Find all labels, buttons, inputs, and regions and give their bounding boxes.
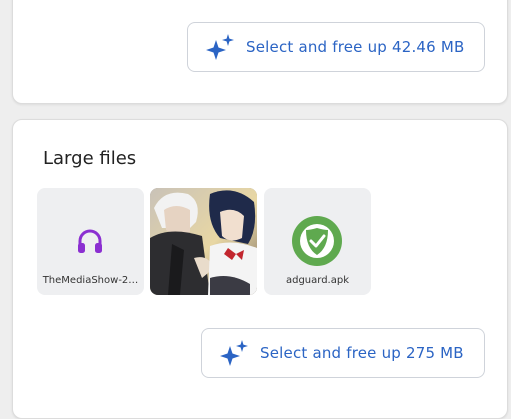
file-name: TheMediaShow-2…	[42, 275, 139, 286]
adguard-shield-icon	[292, 216, 342, 266]
select-and-free-label: Select and free up 42.46 MB	[246, 38, 465, 56]
large-files-card: Large files TheMediaShow-2… adguard.apk …	[12, 119, 508, 419]
file-thumbnail-audio[interactable]: TheMediaShow-2…	[37, 188, 144, 295]
select-and-free-button[interactable]: Select and free up 275 MB	[201, 328, 485, 378]
sparkle-icon	[206, 34, 234, 60]
cleanup-card-top: Select and free up 42.46 MB	[12, 0, 508, 104]
file-thumbnail-apk[interactable]: adguard.apk	[264, 188, 371, 295]
file-thumbnail-image[interactable]	[150, 188, 257, 295]
section-title: Large files	[43, 148, 137, 169]
headphones-icon	[78, 229, 102, 253]
select-and-free-button[interactable]: Select and free up 42.46 MB	[187, 22, 485, 72]
anime-image-thumbnail	[150, 188, 257, 295]
sparkle-icon	[220, 340, 248, 366]
select-and-free-label: Select and free up 275 MB	[260, 344, 464, 362]
file-name: adguard.apk	[285, 275, 350, 286]
